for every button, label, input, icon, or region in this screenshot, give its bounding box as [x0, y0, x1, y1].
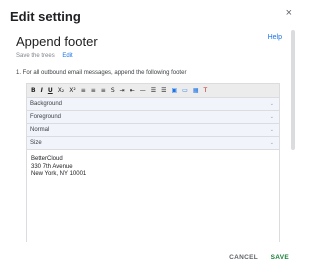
chevron-down-icon: ⌄ [269, 114, 274, 120]
section-title: Append footer [16, 34, 98, 49]
clear-format-button[interactable]: T [203, 86, 207, 96]
close-icon[interactable]: × [286, 7, 292, 19]
foreground-select[interactable]: Foreground ⌄ [27, 111, 279, 124]
chevron-down-icon: ⌄ [269, 140, 274, 146]
instruction-text: 1. For all outbound email messages, appe… [16, 70, 187, 76]
italic-button[interactable]: I [41, 86, 43, 96]
edit-setting-dialog: Edit setting × Append footer Help Save t… [0, 0, 300, 272]
align-center-button[interactable]: ≡ [91, 86, 96, 96]
background-select[interactable]: Background ⌄ [27, 98, 279, 111]
numbered-list-button[interactable]: ☰ [151, 86, 156, 96]
subscript-button[interactable]: X₂ [58, 86, 65, 96]
horizontal-rule-button[interactable]: — [140, 86, 146, 96]
link-button[interactable]: ▭ [182, 86, 188, 96]
bulleted-list-button[interactable]: ☰ [161, 86, 166, 96]
size-select[interactable]: Size ⌄ [27, 137, 279, 150]
chevron-down-icon: ⌄ [269, 127, 274, 133]
edit-link[interactable]: Edit [62, 53, 72, 59]
format-select[interactable]: Normal ⌄ [27, 124, 279, 137]
editor-content-area[interactable]: BetterCloud 330 7th Avenue New York, NY … [27, 150, 279, 185]
size-select-label: Size [30, 140, 42, 146]
content-line: New York, NY 10001 [31, 171, 87, 177]
dialog-title: Edit setting [10, 9, 81, 24]
image-button[interactable]: ▣ [171, 86, 177, 96]
indent-button[interactable]: ⇥ [120, 86, 125, 96]
chevron-down-icon: ⌄ [269, 101, 274, 107]
content-line: BetterCloud [31, 156, 63, 162]
align-left-button[interactable]: ≡ [81, 86, 86, 96]
align-right-button[interactable]: ≡ [101, 86, 106, 96]
breadcrumb: Save the trees Edit [16, 53, 73, 59]
breadcrumb-text: Save the trees [16, 53, 55, 59]
scrollbar[interactable] [291, 30, 295, 150]
strikethrough-button[interactable]: S [111, 86, 115, 96]
editor-toolbar: B I U X₂ X² ≡ ≡ ≡ S ⇥ ⇤ — ☰ ☰ ▣ ▭ ▦ T [27, 84, 279, 98]
foreground-select-label: Foreground [30, 114, 62, 120]
background-select-label: Background [30, 101, 63, 107]
format-select-label: Normal [30, 127, 50, 133]
dialog-body[interactable]: Append footer Help Save the trees Edit 1… [0, 28, 300, 242]
rich-text-editor: B I U X₂ X² ≡ ≡ ≡ S ⇥ ⇤ — ☰ ☰ ▣ ▭ ▦ T Background ⌄ Foregr… [26, 83, 280, 242]
help-link[interactable]: Help [268, 34, 282, 41]
superscript-button[interactable]: X² [69, 86, 76, 96]
save-button[interactable]: SAVE [271, 254, 289, 261]
cancel-button[interactable]: CANCEL [229, 254, 258, 261]
outdent-button[interactable]: ⇤ [130, 86, 135, 96]
underline-button[interactable]: U [48, 86, 53, 96]
bold-button[interactable]: B [31, 86, 36, 96]
dialog-footer: CANCEL SAVE [0, 242, 300, 272]
table-button[interactable]: ▦ [193, 86, 199, 96]
content-line: 330 7th Avenue [31, 163, 73, 170]
